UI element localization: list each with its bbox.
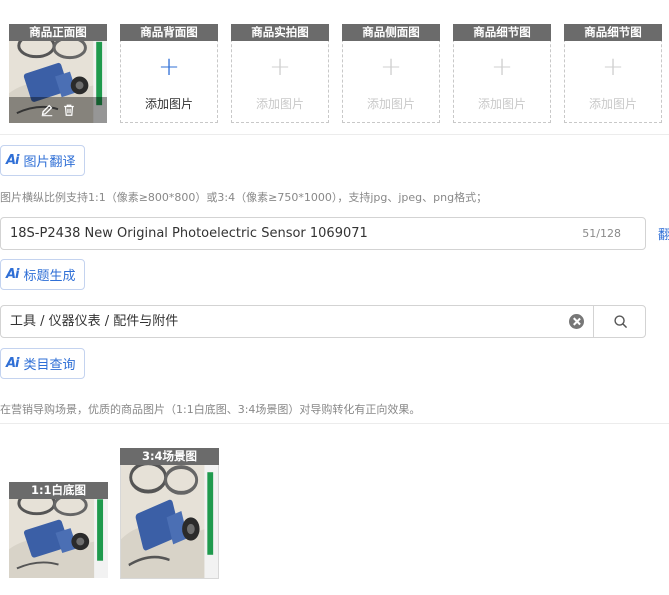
slot-header: 商品侧面图	[342, 24, 440, 41]
ai-icon: Ai	[6, 267, 19, 282]
translate-link[interactable]: 翻	[658, 224, 669, 243]
category-value: 工具 / 仪器仪表 / 配件与附件	[10, 314, 179, 329]
button-label: 标题生成	[23, 269, 76, 284]
button-label: 图片翻译	[23, 155, 76, 170]
image-slot-detail-1: 商品细节图 + 添加图片	[453, 24, 551, 123]
image-tools	[9, 97, 107, 123]
search-button[interactable]	[593, 306, 646, 337]
clear-icon[interactable]	[569, 314, 584, 329]
product-photo-icon	[121, 449, 218, 578]
delete-icon[interactable]	[61, 102, 77, 118]
search-icon	[613, 315, 627, 328]
plus-icon: +	[491, 52, 513, 82]
title-value: 18S-P2438 New Original Photoelectric Sen…	[10, 226, 368, 241]
slot-header: 商品正面图	[9, 24, 107, 41]
add-image-label: 添加图片	[255, 97, 304, 111]
title-input[interactable]: 18S-P2438 New Original Photoelectric Sen…	[0, 217, 646, 250]
add-image-label: 添加图片	[477, 97, 526, 111]
image-format-hint: 图片横纵比例支持1:1（像素≥800*800）或3:4（像素≥750*1000）…	[0, 191, 488, 204]
edit-icon[interactable]	[39, 102, 55, 118]
plus-icon: +	[158, 52, 180, 82]
divider	[0, 134, 669, 135]
add-image-label: 添加图片	[144, 97, 193, 111]
slot-header: 商品细节图	[564, 24, 662, 41]
scene-image[interactable]	[120, 448, 219, 579]
category-query-button[interactable]: Ai 类目查询	[0, 348, 85, 379]
add-image-label: 添加图片	[588, 97, 637, 111]
ai-icon: Ai	[6, 153, 19, 168]
image-translate-button[interactable]: Ai 图片翻译	[0, 145, 85, 176]
marketing-image-hint: 在营销导购场景，优质的商品图片（1:1白底图、3:4场景图）对导购转化有正向效果…	[0, 403, 421, 416]
plus-icon: +	[380, 52, 402, 82]
char-counter: 51/128	[582, 227, 621, 240]
divider	[0, 423, 669, 424]
image-tag: 1:1白底图	[9, 482, 108, 499]
plus-icon: +	[269, 52, 291, 82]
add-image-label: 添加图片	[366, 97, 415, 111]
image-slot-detail-2: 商品细节图 + 添加图片	[564, 24, 662, 123]
button-label: 类目查询	[23, 358, 76, 373]
category-select[interactable]: 工具 / 仪器仪表 / 配件与附件	[0, 305, 646, 338]
image-slot-side: 商品侧面图 + 添加图片	[342, 24, 440, 123]
image-slot-back[interactable]: 商品背面图 + 添加图片	[120, 24, 218, 123]
title-generate-button[interactable]: Ai 标题生成	[0, 259, 85, 290]
slot-header: 商品细节图	[453, 24, 551, 41]
slot-header: 商品实拍图	[231, 24, 329, 41]
image-slot-live: 商品实拍图 + 添加图片	[231, 24, 329, 123]
slot-header: 商品背面图	[120, 24, 218, 41]
ai-icon: Ai	[6, 356, 19, 371]
plus-icon: +	[602, 52, 624, 82]
image-slot-front[interactable]: 商品正面图	[9, 24, 107, 123]
image-tag: 3:4场景图	[120, 448, 219, 465]
